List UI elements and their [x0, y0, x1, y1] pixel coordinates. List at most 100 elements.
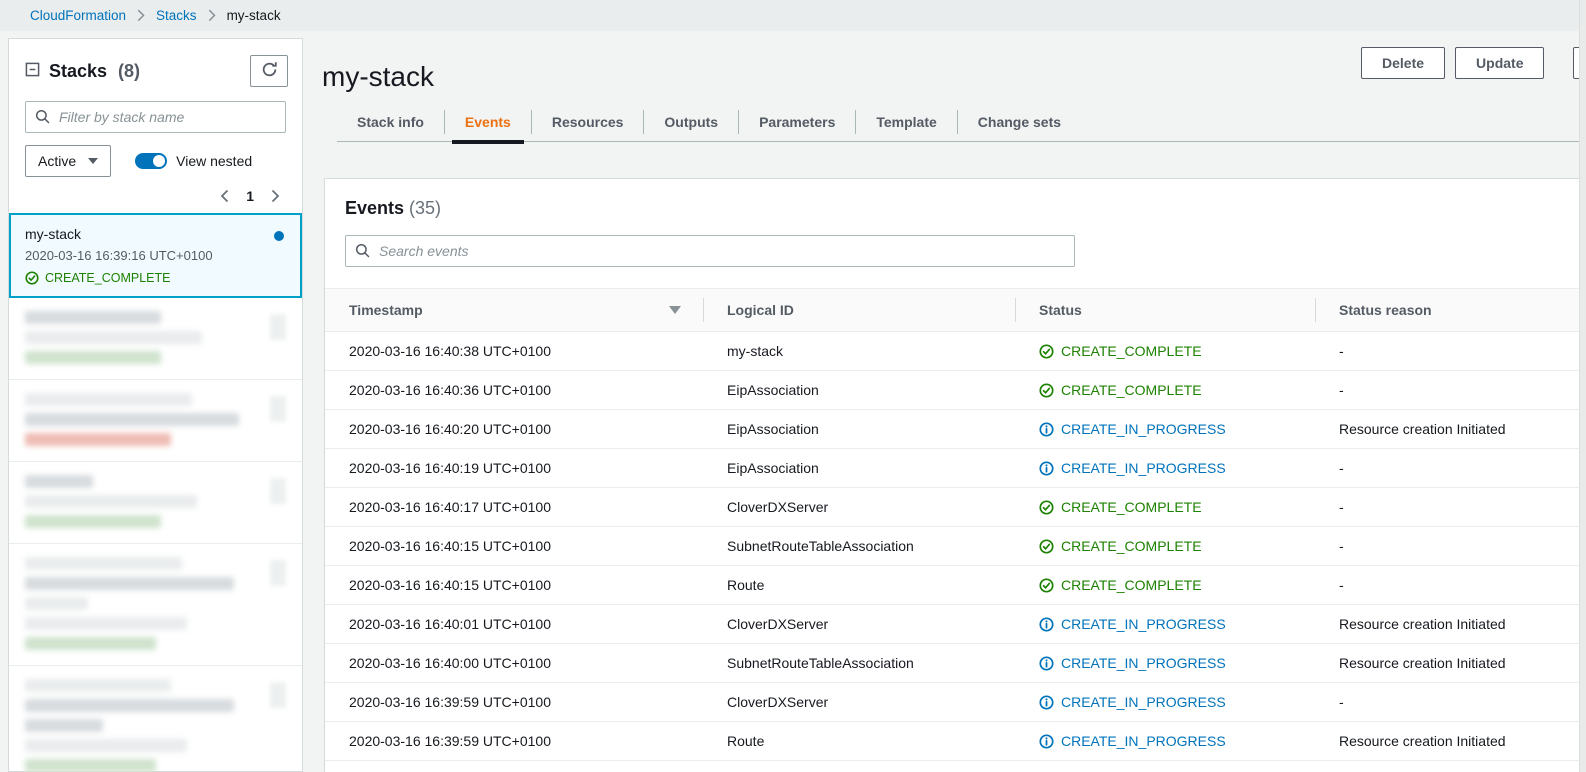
redacted-text-line [25, 413, 240, 426]
stack-selected-radio[interactable] [274, 231, 284, 241]
event-row: 2020-03-16 16:40:01 UTC+0100 CloverDXServ… [325, 604, 1585, 644]
column-header-logical-id[interactable]: Logical ID [703, 288, 1015, 332]
sort-descending-icon[interactable] [669, 306, 681, 314]
stack-filter-input[interactable] [25, 101, 286, 133]
info-circle-icon [1039, 694, 1054, 710]
info-circle-icon [1039, 733, 1054, 749]
event-logical-id: Route [703, 565, 1015, 605]
event-status-reason: Resource creation Initiated [1315, 721, 1585, 761]
refresh-button[interactable] [250, 55, 288, 87]
redacted-radio-placeholder [270, 478, 286, 504]
update-button[interactable]: Update [1455, 47, 1545, 79]
event-row: 2020-03-16 16:40:19 UTC+0100 EipAssociati… [325, 448, 1585, 488]
event-status-label: CREATE_COMPLETE [1061, 499, 1202, 515]
vertical-scrollbar[interactable] [1579, 0, 1586, 772]
event-status: CREATE_IN_PROGRESS [1015, 643, 1315, 683]
collapse-panel-icon[interactable] [25, 62, 40, 80]
events-table-header-row: Timestamp Logical ID Status Status reason [325, 288, 1585, 332]
sidebar-stack-count: (8) [118, 60, 141, 81]
redacted-radio-placeholder [270, 314, 286, 340]
next-page-button[interactable] [271, 189, 280, 203]
tab-change-sets[interactable]: Change sets [958, 102, 1081, 142]
column-divider [1015, 298, 1016, 322]
event-status: CREATE_IN_PROGRESS [1015, 721, 1315, 761]
column-header-timestamp[interactable]: Timestamp [325, 288, 703, 332]
event-logical-id: EipAssociation [703, 409, 1015, 449]
event-status: CREATE_COMPLETE [1015, 526, 1315, 566]
event-timestamp: 2020-03-16 16:40:38 UTC+0100 [325, 331, 703, 371]
event-row: 2020-03-16 16:40:36 UTC+0100 EipAssociati… [325, 370, 1585, 410]
info-circle-icon [1039, 421, 1054, 437]
event-row: 2020-03-16 16:39:59 UTC+0100 CloverDXServ… [325, 682, 1585, 722]
redacted-text-line [25, 617, 187, 630]
tab-events[interactable]: Events [445, 102, 531, 144]
event-timestamp: 2020-03-16 16:39:59 UTC+0100 [325, 682, 703, 722]
event-row: 2020-03-16 16:40:17 UTC+0100 CloverDXServ… [325, 487, 1585, 527]
event-status-reason: - [1315, 526, 1585, 566]
redacted-stack-card[interactable] [9, 666, 302, 772]
redacted-text-line [25, 577, 234, 590]
event-logical-id: SubnetRouteTableAssociation [703, 526, 1015, 566]
event-status: CREATE_COMPLETE [1015, 487, 1315, 527]
check-circle-icon [1039, 538, 1054, 554]
redacted-text-line [25, 311, 161, 324]
event-status-reason: Resource creation Initiated [1315, 643, 1585, 683]
check-circle-icon [1039, 382, 1054, 398]
redacted-text-line [25, 679, 172, 692]
event-timestamp: 2020-03-16 16:40:20 UTC+0100 [325, 409, 703, 449]
event-timestamp: 2020-03-16 16:40:00 UTC+0100 [325, 643, 703, 683]
tab-resources[interactable]: Resources [532, 102, 644, 142]
check-circle-icon [25, 271, 39, 285]
event-status-label: CREATE_IN_PROGRESS [1061, 460, 1226, 476]
events-search-input[interactable] [345, 235, 1075, 267]
breadcrumb-item-stacks[interactable]: Stacks [156, 8, 197, 23]
event-timestamp: 2020-03-16 16:40:17 UTC+0100 [325, 487, 703, 527]
redacted-text-line [25, 393, 193, 406]
info-circle-icon [1039, 460, 1054, 476]
column-header-status[interactable]: Status [1015, 288, 1315, 332]
event-logical-id: CloverDXServer [703, 604, 1015, 644]
view-nested-toggle[interactable] [135, 153, 168, 169]
current-page-number[interactable]: 1 [246, 188, 254, 204]
redacted-text-line [25, 331, 203, 344]
tab-outputs[interactable]: Outputs [644, 102, 738, 142]
event-logical-id: SubnetRouteTableAssociation [703, 643, 1015, 683]
redacted-stack-card[interactable] [9, 380, 302, 462]
tab-template[interactable]: Template [856, 102, 956, 142]
breadcrumb-item-cloudformation[interactable]: CloudFormation [30, 8, 126, 23]
event-logical-id: CloverDXServer [703, 487, 1015, 527]
redacted-text-line [25, 759, 156, 772]
sidebar-title: Stacks [49, 60, 108, 81]
event-status: CREATE_IN_PROGRESS [1015, 409, 1315, 449]
stack-name: my-stack [25, 226, 81, 242]
event-row: 2020-03-16 16:40:38 UTC+0100 my-stack CREA… [325, 331, 1585, 371]
redacted-stack-card[interactable] [9, 462, 302, 544]
delete-button[interactable]: Delete [1361, 47, 1446, 79]
event-timestamp: 2020-03-16 16:40:15 UTC+0100 [325, 565, 703, 605]
redacted-radio-placeholder [270, 396, 286, 422]
redacted-text-line [25, 557, 182, 570]
event-logical-id: my-stack [703, 331, 1015, 371]
stack-card-my-stack[interactable]: my-stack 2020-03-16 16:39:16 UTC+0100 CR… [9, 213, 302, 298]
redacted-stack-card[interactable] [9, 544, 302, 666]
redacted-radio-placeholder [270, 682, 286, 708]
event-status-label: CREATE_COMPLETE [1061, 577, 1202, 593]
tab-parameters[interactable]: Parameters [739, 102, 855, 142]
tab-stack-info[interactable]: Stack info [337, 102, 444, 142]
refresh-icon [261, 61, 278, 81]
stack-status-filter-dropdown[interactable]: Active [25, 145, 112, 177]
events-panel: Events(35) TimestampLogical IDStatusStat… [324, 178, 1586, 772]
events-search [345, 235, 1075, 267]
stack-status-filter-value: Active [38, 153, 77, 169]
redacted-stack-cards [9, 298, 302, 772]
redacted-stack-card[interactable] [9, 298, 302, 380]
events-count: (35) [409, 198, 442, 218]
chevron-down-icon [88, 158, 99, 164]
column-header-status-reason[interactable]: Status reason [1315, 288, 1585, 332]
redacted-text-line [25, 739, 187, 752]
events-title: Events [345, 198, 405, 218]
event-status: CREATE_IN_PROGRESS [1015, 448, 1315, 488]
sidebar-controls: Active View nested [25, 145, 286, 177]
event-status-label: CREATE_IN_PROGRESS [1061, 694, 1226, 710]
previous-page-button[interactable] [220, 189, 229, 203]
